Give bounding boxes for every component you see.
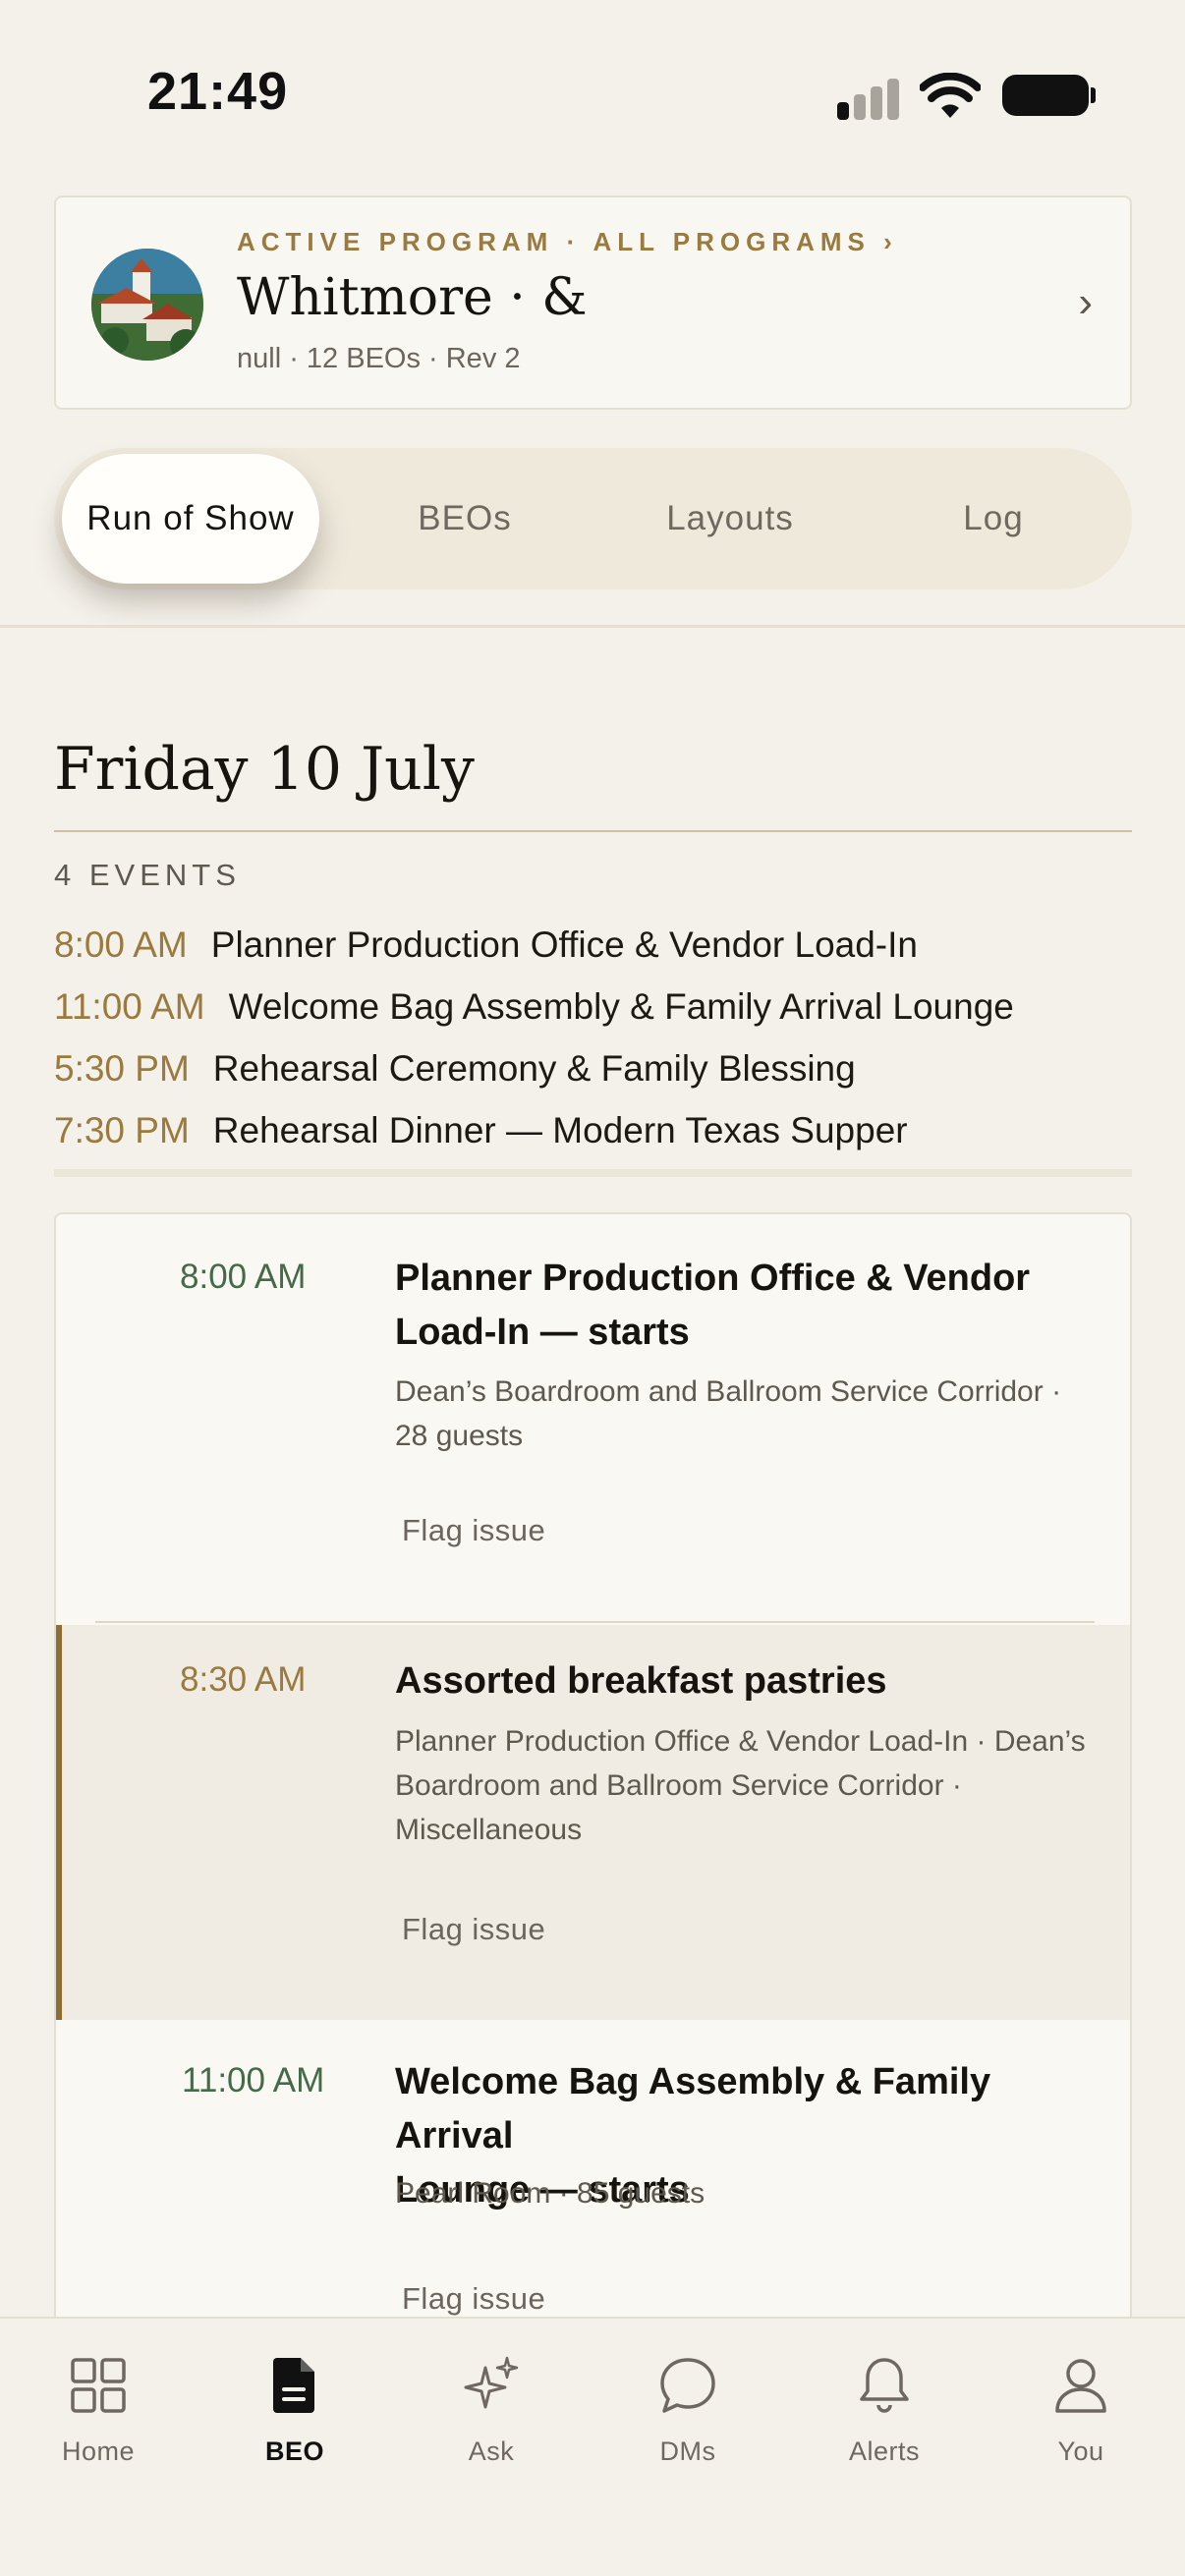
entry-details: Planner Production Office & Vendor Load-… (395, 1719, 1107, 1852)
summary-row[interactable]: 11:00 AM Welcome Bag Assembly & Family A… (54, 976, 1135, 1037)
home-grid-icon (71, 2358, 126, 2413)
program-meta: null · 12 BEOs · Rev 2 (237, 343, 521, 374)
summary-time: 8:00 AM (54, 924, 188, 965)
timeline-entry[interactable]: 8:00 AM Planner Production Office & Vend… (56, 1214, 1130, 1623)
entry-time: 8:30 AM (180, 1660, 307, 1699)
bell-icon (860, 2358, 909, 2413)
chat-bubble-icon (660, 2358, 715, 2413)
entry-time: 11:00 AM (182, 2061, 325, 2100)
day-title: Friday 10 July (54, 735, 475, 804)
status-time: 21:49 (147, 62, 289, 121)
tab-run-of-show[interactable]: Run of Show (62, 454, 319, 584)
entry-separator (95, 1621, 1095, 1623)
person-icon (1055, 2359, 1106, 2413)
nav-home[interactable]: Home (0, 2354, 197, 2467)
entry-title-line: Load-In — starts (395, 1312, 690, 1353)
entry-title-line: Assorted breakfast pastries (395, 1660, 887, 1702)
entry-detail-line: Planner Production Office & Vendor Load-… (395, 1725, 1086, 1758)
entry-details: Dean’s Boardroom and Ballroom Service Co… (395, 1370, 1107, 1458)
entry-details: Pearl Room · 85 guests (395, 2171, 1107, 2215)
battery-icon (1002, 75, 1096, 116)
header-divider (0, 625, 1185, 628)
summary-row[interactable]: 8:00 AM Planner Production Office & Vend… (54, 914, 1135, 976)
flag-issue-button[interactable]: Flag issue (402, 2281, 545, 2317)
tab-beos[interactable]: BEOs (339, 448, 591, 589)
entry-time: 8:00 AM (180, 1258, 307, 1296)
summary-divider (54, 1169, 1132, 1177)
nav-alerts[interactable]: Alerts (786, 2354, 983, 2467)
document-icon (273, 2358, 314, 2413)
tab-log[interactable]: Log (868, 448, 1119, 589)
view-tabs: Run of Show BEOs Layouts Log (54, 448, 1132, 589)
nav-ask[interactable]: Ask (393, 2354, 590, 2467)
summary-name: Planner Production Office & Vendor Load-… (210, 924, 918, 965)
program-title: Whitmore · & (237, 268, 588, 327)
summary-time: 11:00 AM (54, 985, 205, 1027)
wifi-icon (920, 73, 981, 118)
nav-label: BEO (264, 2436, 324, 2466)
entry-detail-line: Dean’s Boardroom and Ballroom Service Co… (395, 1375, 1062, 1408)
nav-beo[interactable]: BEO (197, 2354, 393, 2467)
nav-label: Alerts (848, 2436, 921, 2466)
summary-time: 5:30 PM (54, 1047, 190, 1089)
entry-title-line: Planner Production Office & Vendor (395, 1258, 1031, 1299)
entry-title: Planner Production Office & Vendor Load-… (395, 1252, 1107, 1360)
entry-title: Assorted breakfast pastries (395, 1654, 1107, 1708)
summary-row[interactable]: 5:30 PM Rehearsal Ceremony & Family Bles… (54, 1037, 1135, 1099)
nav-label: Ask (468, 2436, 515, 2466)
entry-title-line: Welcome Bag Assembly & Family Arrival (395, 2061, 991, 2156)
flag-issue-button[interactable]: Flag issue (402, 1912, 545, 1947)
day-divider (54, 830, 1132, 832)
tab-layouts[interactable]: Layouts (604, 448, 856, 589)
chevron-right-icon[interactable]: › (1078, 278, 1093, 327)
status-bar: 21:49 (0, 0, 1185, 187)
timeline-entry-highlighted[interactable]: 8:30 AM Assorted breakfast pastries Plan… (56, 1625, 1130, 2020)
bottom-nav: Home BEO Ask DMs Alerts You (0, 2317, 1185, 2576)
run-of-show-timeline: 8:00 AM Planner Production Office & Vend… (54, 1212, 1132, 2323)
nav-label: DMs (659, 2436, 716, 2466)
summary-name: Rehearsal Dinner — Modern Texas Supper (212, 1109, 908, 1150)
program-eyebrow[interactable]: ACTIVE PROGRAM · ALL PROGRAMS › (237, 227, 898, 257)
flag-issue-button[interactable]: Flag issue (402, 1513, 545, 1548)
nav-label: Home (61, 2436, 136, 2466)
sparkle-icon (464, 2356, 519, 2409)
active-program-card[interactable]: ACTIVE PROGRAM · ALL PROGRAMS › Whitmore… (54, 196, 1132, 410)
summary-name: Rehearsal Ceremony & Family Blessing (212, 1047, 856, 1089)
summary-time: 7:30 PM (54, 1109, 190, 1150)
entry-detail-line: 28 guests (395, 1420, 524, 1452)
summary-name: Welcome Bag Assembly & Family Arrival Lo… (228, 985, 1014, 1027)
nav-label: You (1057, 2436, 1104, 2466)
nav-dms[interactable]: DMs (590, 2354, 786, 2467)
entry-detail-line: Boardroom and Ballroom Service Corridor … (395, 1769, 962, 1802)
entry-detail-line: Pearl Room · 85 guests (395, 2177, 705, 2210)
entry-detail-line: Miscellaneous (395, 1814, 583, 1846)
nav-you[interactable]: You (983, 2354, 1179, 2467)
event-summary-list: 8:00 AM Planner Production Office & Vend… (54, 914, 1135, 1161)
program-avatar (91, 249, 203, 361)
cellular-signal-icon (837, 77, 900, 120)
summary-row[interactable]: 7:30 PM Rehearsal Dinner — Modern Texas … (54, 1099, 1135, 1161)
events-count: 4 EVENTS (54, 858, 241, 892)
timeline-entry[interactable]: 11:00 AM Welcome Bag Assembly & Family A… (56, 2022, 1130, 2321)
